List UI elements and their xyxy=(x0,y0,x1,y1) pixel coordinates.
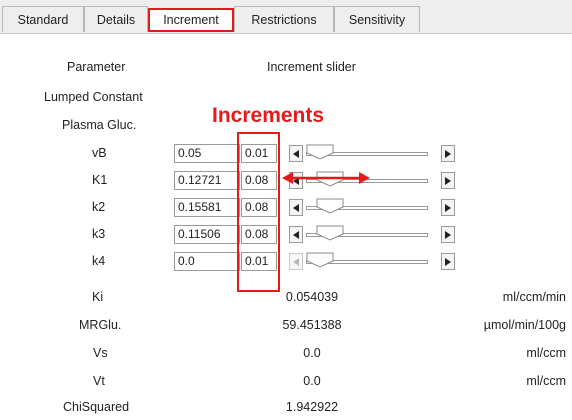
param-name: K1 xyxy=(92,173,108,187)
left-arrow-icon xyxy=(293,204,299,212)
tab-restrictions[interactable]: Restrictions xyxy=(234,6,334,32)
param-value-input[interactable]: 0.05 xyxy=(174,144,240,163)
increment-button[interactable] xyxy=(441,226,455,243)
right-arrow-icon xyxy=(445,204,451,212)
increment-button[interactable] xyxy=(441,253,455,270)
decrement-button[interactable] xyxy=(289,226,303,243)
slider-thumb[interactable] xyxy=(316,225,344,241)
right-arrow-icon xyxy=(445,231,451,239)
param-name: k3 xyxy=(92,227,106,241)
result-name: Vs xyxy=(93,346,108,360)
plasma-gluc-label: Plasma Gluc. xyxy=(62,118,137,132)
result-name: Ki xyxy=(92,290,104,304)
left-arrow-icon xyxy=(293,258,299,266)
left-arrow-icon xyxy=(293,231,299,239)
tab-increment[interactable]: Increment xyxy=(148,8,234,32)
result-name: MRGlu. xyxy=(79,318,122,332)
increments-highlight-box xyxy=(237,132,280,292)
lumped-constant-label: Lumped Constant xyxy=(44,90,143,104)
tab-bar: Standard Details Increment Restrictions … xyxy=(0,0,572,34)
parameter-header: Parameter xyxy=(67,60,126,74)
increment-panel: Parameter Increment slider Lumped Consta… xyxy=(0,34,572,420)
slider-thumb[interactable] xyxy=(306,252,334,268)
increment-slider-header: Increment slider xyxy=(267,60,356,74)
slider-thumb[interactable] xyxy=(316,198,344,214)
right-arrow-icon xyxy=(445,177,451,185)
increment-button[interactable] xyxy=(441,172,455,189)
decrement-button[interactable] xyxy=(289,145,303,162)
right-arrow-icon xyxy=(445,150,451,158)
param-name: k2 xyxy=(92,200,106,214)
result-unit: ml/ccm xyxy=(526,346,566,360)
result-unit: ml/ccm xyxy=(526,374,566,388)
increments-annotation-title: Increments xyxy=(212,104,325,127)
result-name: ChiSquared xyxy=(63,400,130,414)
increment-button[interactable] xyxy=(441,199,455,216)
result-unit: ml/ccm/min xyxy=(502,290,566,304)
param-value-input[interactable]: 0.11506 xyxy=(174,225,240,244)
tab-details[interactable]: Details xyxy=(84,6,148,32)
decrement-button[interactable] xyxy=(289,199,303,216)
result-value: 59.451388 xyxy=(282,318,342,332)
param-name: vB xyxy=(92,146,107,160)
param-name: k4 xyxy=(92,254,106,268)
left-arrow-icon xyxy=(293,150,299,158)
increment-button[interactable] xyxy=(441,145,455,162)
result-value: 0.0 xyxy=(303,374,321,388)
double-arrow-annotation-icon xyxy=(282,172,370,184)
param-value-input[interactable]: 0.15581 xyxy=(174,198,240,217)
result-name: Vt xyxy=(93,374,105,388)
result-value: 1.942922 xyxy=(285,400,339,414)
tab-sensitivity[interactable]: Sensitivity xyxy=(334,6,420,32)
tab-standard[interactable]: Standard xyxy=(2,6,84,32)
decrement-button-disabled xyxy=(289,253,303,270)
slider-thumb[interactable] xyxy=(306,144,334,160)
right-arrow-icon xyxy=(445,258,451,266)
result-value: 0.0 xyxy=(303,346,321,360)
result-unit: µmol/min/100g xyxy=(483,318,566,332)
param-value-input[interactable]: 0.12721 xyxy=(174,171,240,190)
param-value-input[interactable]: 0.0 xyxy=(174,252,240,271)
result-value: 0.054039 xyxy=(285,290,339,304)
